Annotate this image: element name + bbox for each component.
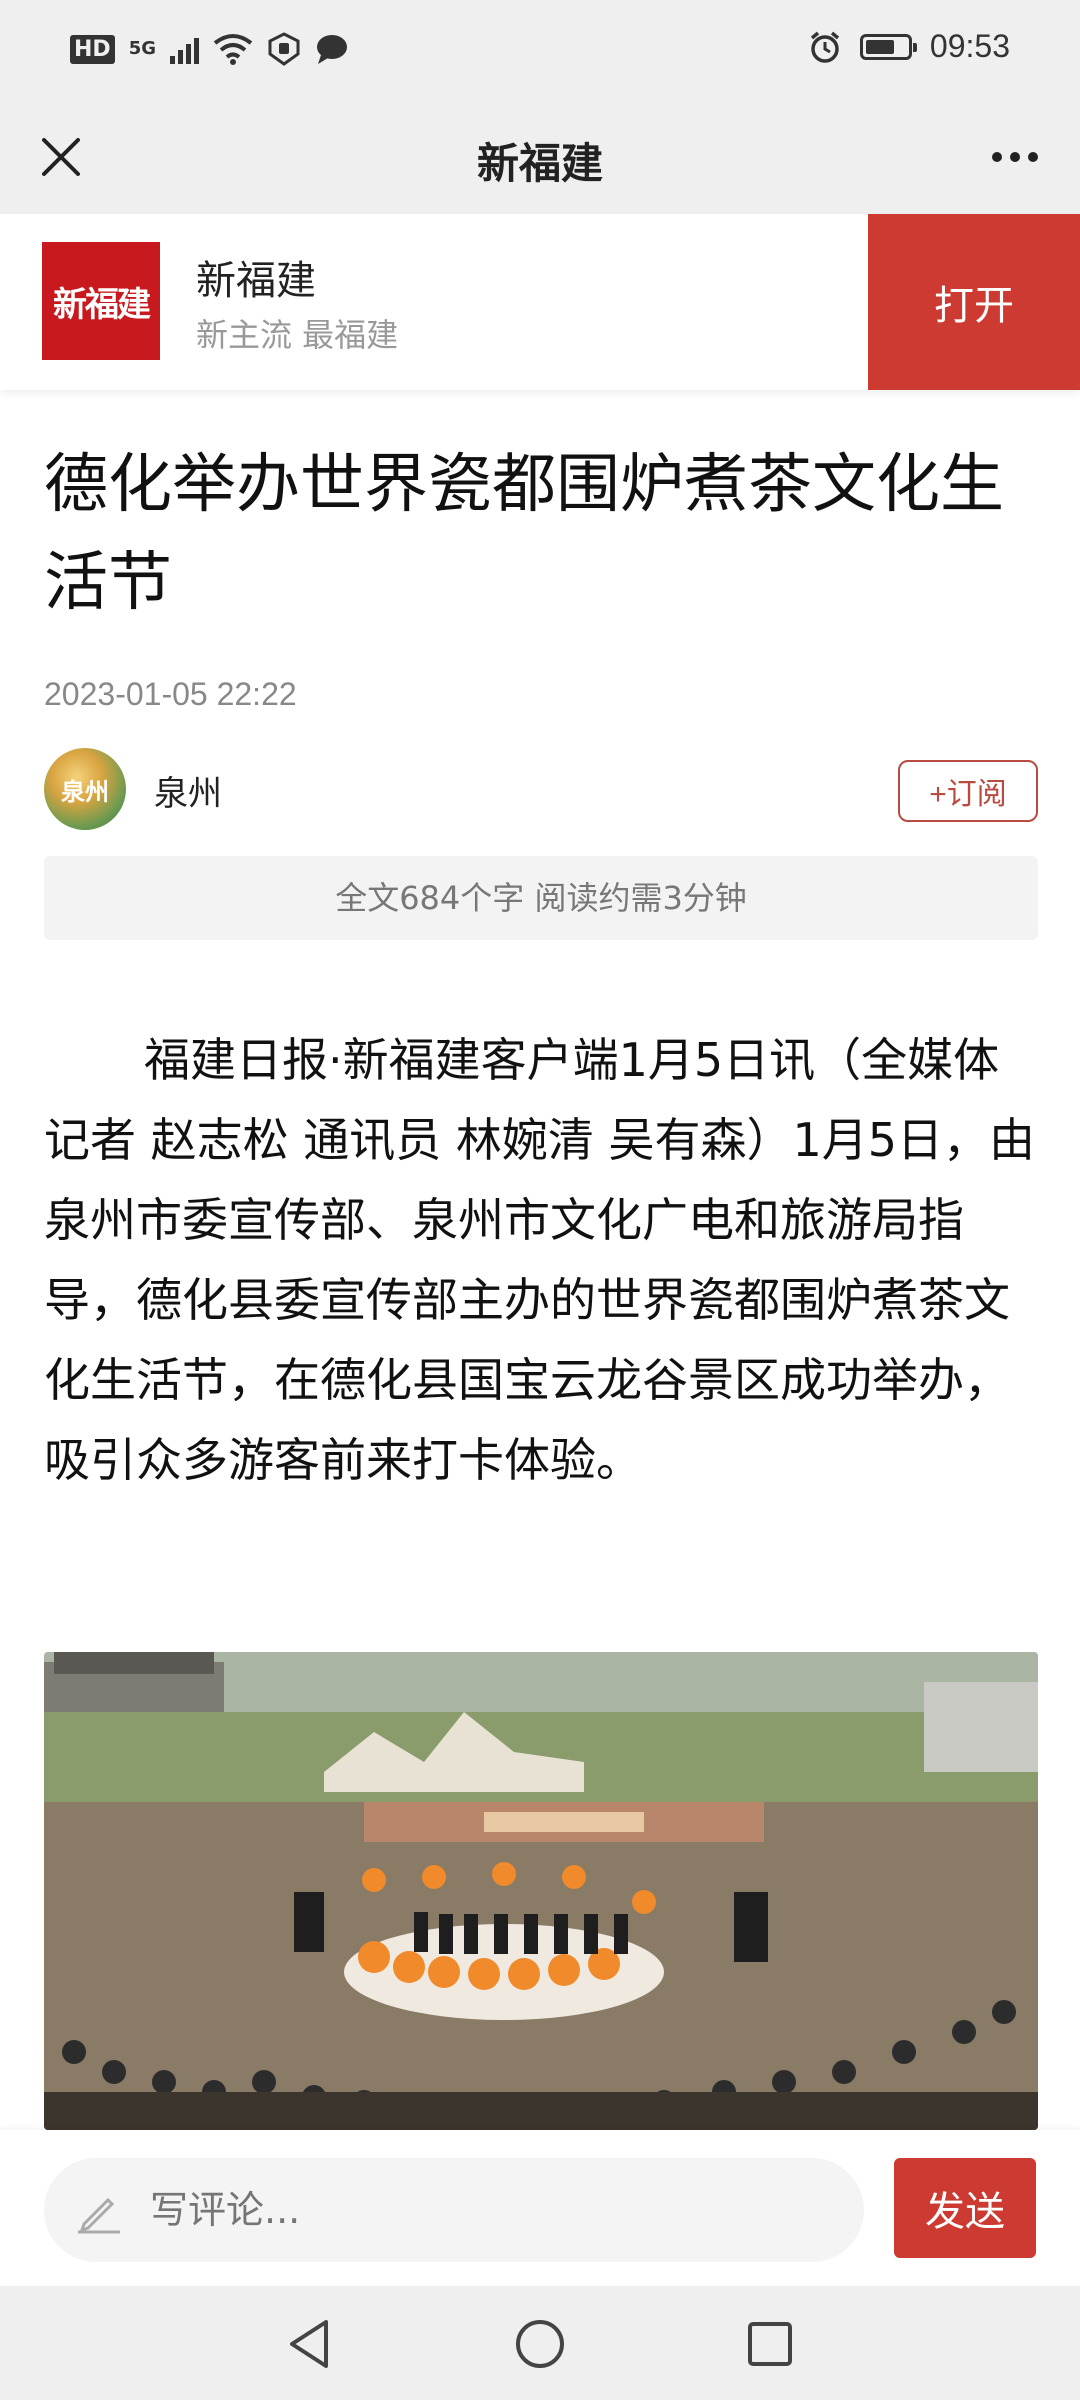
pen-icon (78, 2197, 120, 2234)
author-avatar[interactable]: 泉州 (44, 748, 126, 830)
more-dot-icon (1028, 152, 1038, 162)
alarm-icon (810, 31, 840, 63)
recent-square-icon (748, 2322, 792, 2366)
network-type: 5G (128, 38, 156, 59)
app-name: 新福建 (196, 258, 316, 304)
wifi-icon (213, 34, 253, 65)
author-name[interactable]: 泉州 (154, 766, 222, 815)
open-app-button[interactable]: 打开 (868, 214, 1080, 390)
comment-bar: 发送 (0, 2130, 1080, 2286)
app-logo: 新福建 (42, 242, 160, 360)
page-title: 新福建 (476, 139, 603, 188)
hd-badge: HD (70, 34, 115, 64)
back-button[interactable] (280, 2314, 340, 2374)
article-photo[interactable] (44, 1652, 1038, 2130)
system-nav-bar (0, 2286, 1080, 2400)
home-circle-icon (516, 2320, 564, 2368)
author-row: 泉州 泉州 +订阅 (44, 748, 1038, 832)
recent-apps-button[interactable] (740, 2314, 800, 2374)
read-time-info: 全文684个字 阅读约需3分钟 (44, 856, 1038, 940)
article-paragraph: 福建日报·新福建客户端1月5日讯（全媒体记者 赵志松 通讯员 林婉清 吴有森）1… (44, 1033, 1036, 1487)
comment-input[interactable] (44, 2158, 864, 2262)
article-header: 德化举办世界瓷都围炉煮茶文化生活节 2023-01-05 22:22 (44, 436, 1038, 712)
event-photo-illustration (44, 1652, 1038, 2130)
message-icon (317, 35, 347, 64)
send-button[interactable]: 发送 (894, 2158, 1036, 2258)
home-button[interactable] (510, 2314, 570, 2374)
battery-icon (859, 33, 917, 60)
hand-shield-icon (268, 32, 300, 66)
top-nav-bar: 新福建 (0, 104, 1080, 214)
back-triangle-icon (290, 2320, 328, 2368)
more-options-button[interactable] (980, 126, 1050, 188)
subscribe-button[interactable]: +订阅 (898, 760, 1038, 822)
app-download-banner: 新福建 新福建 新主流 最福建 打开 (0, 214, 1080, 390)
more-dot-icon (992, 152, 1002, 162)
publish-date: 2023-01-05 22:22 (44, 676, 297, 712)
app-slogan: 新主流 最福建 (196, 316, 399, 354)
status-right: 09:53 (808, 28, 1010, 65)
status-bar: HD 5G 09:53 (0, 0, 1080, 104)
status-left: HD 5G (70, 32, 349, 66)
more-dot-icon (1010, 152, 1020, 162)
clock: 09:53 (929, 28, 1010, 64)
article-title: 德化举办世界瓷都围炉煮茶文化生活节 (44, 448, 1004, 620)
signal-icon (170, 34, 199, 64)
